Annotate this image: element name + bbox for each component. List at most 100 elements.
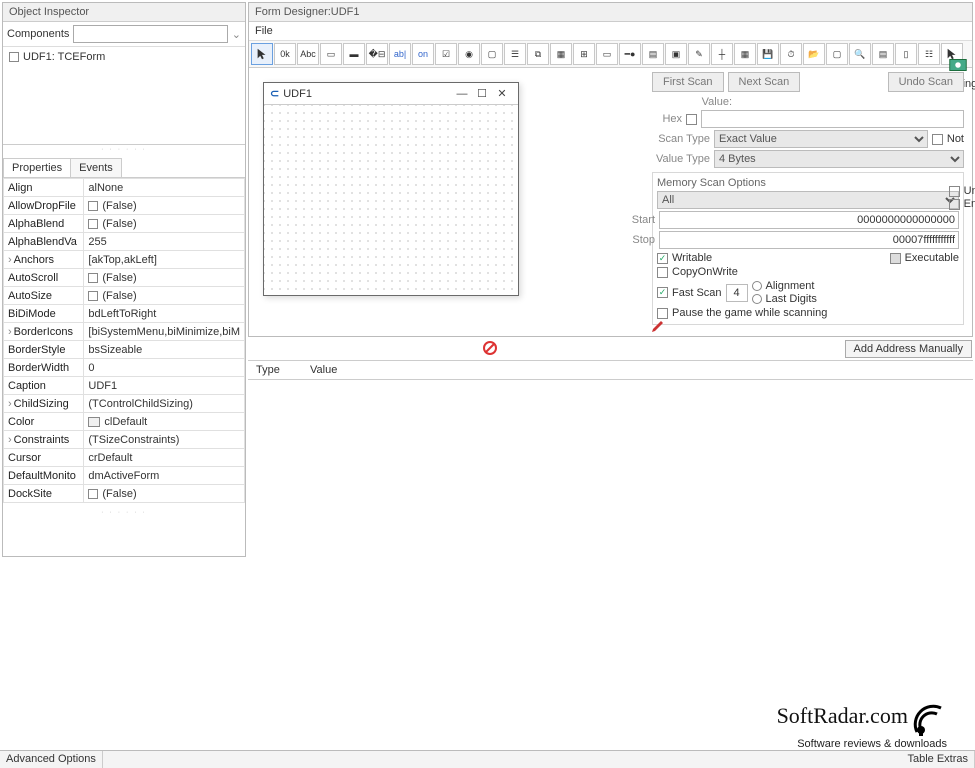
value-type-select[interactable]: 4 Bytes bbox=[714, 150, 964, 168]
tree-item[interactable]: UDF1: TCEForm bbox=[9, 51, 239, 63]
pause-checkbox[interactable] bbox=[657, 308, 668, 319]
components-input[interactable] bbox=[73, 25, 227, 43]
tab-properties[interactable]: Properties bbox=[3, 158, 71, 177]
unrandomizer-checkbox[interactable] bbox=[949, 186, 960, 197]
property-row[interactable]: DefaultMonitodmActiveForm bbox=[4, 467, 245, 485]
checkbox-tool-icon[interactable]: ☑ bbox=[435, 43, 457, 65]
progress-tool-icon[interactable]: ▭ bbox=[596, 43, 618, 65]
property-row[interactable]: AlignalNone bbox=[4, 179, 245, 197]
memo-tool-icon[interactable]: ▭ bbox=[320, 43, 342, 65]
save-tool-icon[interactable]: 💾 bbox=[757, 43, 779, 65]
property-row[interactable]: AllowDropFile(False) bbox=[4, 197, 245, 215]
paint-tool-icon[interactable]: ✎ bbox=[688, 43, 710, 65]
radar-icon bbox=[911, 702, 947, 738]
copyonwrite-checkbox[interactable] bbox=[657, 267, 668, 278]
image-tool-icon[interactable]: ▣ bbox=[665, 43, 687, 65]
stop-input[interactable] bbox=[659, 231, 959, 249]
switch-tool-icon[interactable]: on bbox=[412, 43, 434, 65]
trackbar-tool-icon[interactable]: ━● bbox=[619, 43, 641, 65]
property-row[interactable]: ColorclDefault bbox=[4, 413, 245, 431]
speedhack-label: Enable Speedhack bbox=[964, 198, 975, 210]
toggle-tool-icon[interactable]: �⊟ bbox=[366, 43, 388, 65]
page-tool-icon[interactable]: ▤ bbox=[872, 43, 894, 65]
label-tool-icon[interactable]: 0k bbox=[274, 43, 296, 65]
start-label: Start bbox=[597, 214, 655, 226]
splitter-tool-icon[interactable]: ┼ bbox=[711, 43, 733, 65]
splitter[interactable]: · · · · · · bbox=[3, 145, 245, 154]
menu-file[interactable]: File bbox=[255, 25, 273, 37]
value-label: Value: bbox=[652, 96, 732, 108]
add-address-button[interactable]: Add Address Manually bbox=[845, 340, 972, 358]
button-tool-icon[interactable]: ▬ bbox=[343, 43, 365, 65]
scan-type-select[interactable]: Exact Value bbox=[714, 130, 928, 148]
maximize-icon[interactable]: ☐ bbox=[472, 87, 492, 100]
tab-tool-icon[interactable]: ▯ bbox=[895, 43, 917, 65]
edit-tool-icon[interactable]: ab| bbox=[389, 43, 411, 65]
fastscan-label: Fast Scan bbox=[672, 287, 722, 299]
find-tool-icon[interactable]: 🔍 bbox=[849, 43, 871, 65]
splitter[interactable]: · · · · · · bbox=[3, 508, 245, 517]
listview-tool-icon[interactable]: ▤ bbox=[642, 43, 664, 65]
executable-checkbox[interactable] bbox=[890, 253, 901, 264]
property-row[interactable]: ›Constraints(TSizeConstraints) bbox=[4, 431, 245, 449]
property-row[interactable]: BiDiModebdLeftToRight bbox=[4, 305, 245, 323]
status-advanced-options[interactable]: Advanced Options bbox=[0, 751, 103, 768]
property-grid[interactable]: AlignalNoneAllowDropFile(False)AlphaBlen… bbox=[3, 178, 245, 508]
tree-tool-icon[interactable]: ☷ bbox=[918, 43, 940, 65]
designer-grid[interactable] bbox=[264, 105, 518, 293]
next-scan-button[interactable]: Next Scan bbox=[728, 72, 801, 92]
col-type[interactable]: Type bbox=[256, 364, 310, 376]
property-row[interactable]: AlphaBlend(False) bbox=[4, 215, 245, 233]
col-value[interactable]: Value bbox=[310, 364, 337, 376]
alignment-radio[interactable] bbox=[752, 281, 762, 291]
component-tree[interactable]: UDF1: TCEForm bbox=[3, 47, 245, 145]
tab-events[interactable]: Events bbox=[70, 158, 122, 177]
calendar-tool-icon[interactable]: ▦ bbox=[734, 43, 756, 65]
property-row[interactable]: ›ChildSizing(TControlChildSizing) bbox=[4, 395, 245, 413]
property-row[interactable]: BorderStylebsSizeable bbox=[4, 341, 245, 359]
property-row[interactable]: AlphaBlendVa255 bbox=[4, 233, 245, 251]
status-table-extras[interactable]: Table Extras bbox=[901, 751, 975, 768]
tree-checkbox-icon[interactable] bbox=[9, 52, 19, 62]
writable-checkbox[interactable] bbox=[657, 253, 668, 264]
pointer-tool-icon[interactable] bbox=[251, 43, 273, 65]
not-checkbox[interactable] bbox=[932, 134, 943, 145]
property-row[interactable]: BorderWidth0 bbox=[4, 359, 245, 377]
select-tool-icon[interactable]: ▢ bbox=[826, 43, 848, 65]
minimize-icon[interactable]: — bbox=[452, 88, 472, 100]
scan-type-label: Scan Type bbox=[652, 133, 710, 145]
text-tool-icon[interactable]: Abc bbox=[297, 43, 319, 65]
unrandomizer-label: Unrandomizer bbox=[964, 185, 975, 197]
property-row[interactable]: DockSite(False) bbox=[4, 485, 245, 503]
property-row[interactable]: CaptionUDF1 bbox=[4, 377, 245, 395]
property-row[interactable]: AutoScroll(False) bbox=[4, 269, 245, 287]
results-list[interactable]: Type Value bbox=[248, 360, 973, 740]
speedhack-checkbox[interactable] bbox=[949, 199, 960, 210]
close-icon[interactable]: ✕ bbox=[492, 87, 512, 100]
first-scan-button[interactable]: First Scan bbox=[652, 72, 724, 92]
start-input[interactable] bbox=[659, 211, 959, 229]
timer-tool-icon[interactable]: ⏱ bbox=[780, 43, 802, 65]
fastscan-checkbox[interactable] bbox=[657, 287, 668, 298]
groupbox-tool-icon[interactable]: ▦ bbox=[550, 43, 572, 65]
property-row[interactable]: ›Anchors[akTop,akLeft] bbox=[4, 251, 245, 269]
mso-range-select[interactable]: All bbox=[657, 191, 959, 209]
fastscan-value-input[interactable] bbox=[726, 284, 748, 302]
paint-tool-icon[interactable] bbox=[650, 318, 666, 334]
open-tool-icon[interactable]: 📂 bbox=[803, 43, 825, 65]
radiogroup-tool-icon[interactable]: ⊞ bbox=[573, 43, 595, 65]
designer-window[interactable]: ⊂ UDF1 — ☐ ✕ bbox=[263, 82, 519, 296]
value-input[interactable] bbox=[701, 110, 964, 128]
property-row[interactable]: AutoSize(False) bbox=[4, 287, 245, 305]
lastdigits-radio[interactable] bbox=[752, 294, 762, 304]
combo-tool-icon[interactable]: ⧉ bbox=[527, 43, 549, 65]
hex-checkbox[interactable] bbox=[686, 114, 697, 125]
value-type-label: Value Type bbox=[652, 153, 710, 165]
radio-tool-icon[interactable]: ◉ bbox=[458, 43, 480, 65]
property-row[interactable]: ›BorderIcons[biSystemMenu,biMinimize,biM bbox=[4, 323, 245, 341]
filter-icon[interactable]: ⌄ bbox=[232, 28, 241, 41]
panel-tool-icon[interactable]: ▢ bbox=[481, 43, 503, 65]
list-tool-icon[interactable]: ☰ bbox=[504, 43, 526, 65]
undo-scan-button[interactable]: Undo Scan bbox=[888, 72, 964, 92]
property-row[interactable]: CursorcrDefault bbox=[4, 449, 245, 467]
